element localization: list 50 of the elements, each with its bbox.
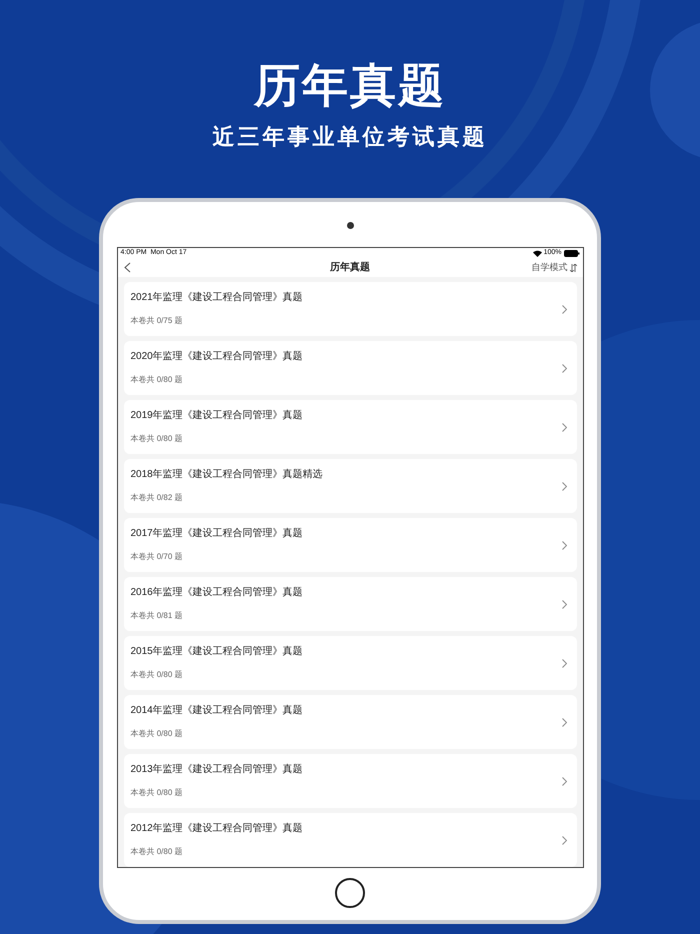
chevron-icon — [562, 776, 566, 786]
paper-card[interactable]: 2020年监理《建设工程合同管理》真题 本卷共 0/80 题 — [124, 341, 576, 395]
paper-title: 2020年监理《建设工程合同管理》真题 — [130, 351, 303, 363]
paper-card[interactable]: 2013年监理《建设工程合同管理》真题 本卷共 0/80 题 — [124, 754, 576, 808]
question-count: 本卷共 0/82 题 — [130, 493, 184, 503]
question-count: 本卷共 0/80 题 — [130, 434, 184, 444]
paper-card[interactable]: 2018年监理《建设工程合同管理》真题精选 本卷共 0/82 题 — [124, 459, 576, 513]
paper-title: 2016年监理《建设工程合同管理》真题 — [130, 587, 303, 599]
paper-card[interactable]: 2017年监理《建设工程合同管理》真题 本卷共 0/70 题 — [124, 518, 576, 572]
paper-title: 2015年监理《建设工程合同管理》真题 — [130, 646, 303, 658]
back-icon — [124, 262, 130, 274]
paper-title: 2018年监理《建设工程合同管理》真题精选 — [130, 469, 323, 481]
subheadline: 近三年事业单位考试真题 — [212, 123, 488, 151]
question-count: 本卷共 0/80 题 — [130, 375, 184, 385]
wifi-icon — [532, 250, 542, 257]
mode-button[interactable]: 自学模式 — [516, 261, 576, 274]
home-button[interactable] — [335, 878, 365, 908]
sort-icon — [570, 264, 576, 272]
paper-title: 2014年监理《建设工程合同管理》真题 — [130, 705, 303, 717]
paper-card[interactable]: 2021年监理《建设工程合同管理》真题 本卷共 0/75 题 — [124, 282, 576, 336]
chevron-icon — [562, 364, 566, 372]
chevron-icon — [562, 718, 566, 726]
paper-card[interactable]: 2015年监理《建设工程合同管理》真题 本卷共 0/80 题 — [124, 636, 576, 690]
paper-title: 2012年监理《建设工程合同管理》真题 — [130, 823, 303, 835]
question-count: 本卷共 0/70 题 — [130, 552, 184, 562]
chevron-icon — [562, 422, 566, 432]
paper-card[interactable]: 2012年监理《建设工程合同管理》真题 本卷共 0/80 题 — [124, 813, 576, 867]
paper-title: 2019年监理《建设工程合同管理》真题 — [130, 410, 303, 422]
headline: 历年真题 — [254, 58, 446, 113]
chevron-icon — [562, 658, 566, 668]
chevron-icon — [562, 304, 566, 314]
paper-card[interactable]: 2019年监理《建设工程合同管理》真题 本卷共 0/80 题 — [124, 400, 576, 454]
question-count: 本卷共 0/80 题 — [130, 847, 184, 857]
question-count: 本卷共 0/75 题 — [130, 316, 184, 326]
question-count: 本卷共 0/81 题 — [130, 611, 184, 621]
paper-title: 2017年监理《建设工程合同管理》真题 — [130, 528, 303, 540]
question-count: 本卷共 0/80 题 — [130, 788, 184, 798]
chevron-icon — [562, 836, 566, 844]
paper-card[interactable]: 2014年监理《建设工程合同管理》真题 本卷共 0/80 题 — [124, 695, 576, 749]
chevron-icon — [562, 482, 566, 490]
camera-icon — [346, 222, 354, 229]
battery-icon — [564, 250, 580, 257]
question-count: 本卷共 0/80 题 — [130, 729, 184, 739]
chevron-icon — [562, 600, 566, 608]
question-count: 本卷共 0/80 题 — [130, 670, 184, 680]
paper-title: 2021年监理《建设工程合同管理》真题 — [130, 292, 303, 304]
paper-card[interactable]: 2016年监理《建设工程合同管理》真题 本卷共 0/81 题 — [124, 577, 576, 631]
chevron-icon — [562, 540, 566, 550]
nav-title: 历年真题 — [330, 260, 370, 276]
paper-title: 2013年监理《建设工程合同管理》真题 — [130, 764, 303, 776]
